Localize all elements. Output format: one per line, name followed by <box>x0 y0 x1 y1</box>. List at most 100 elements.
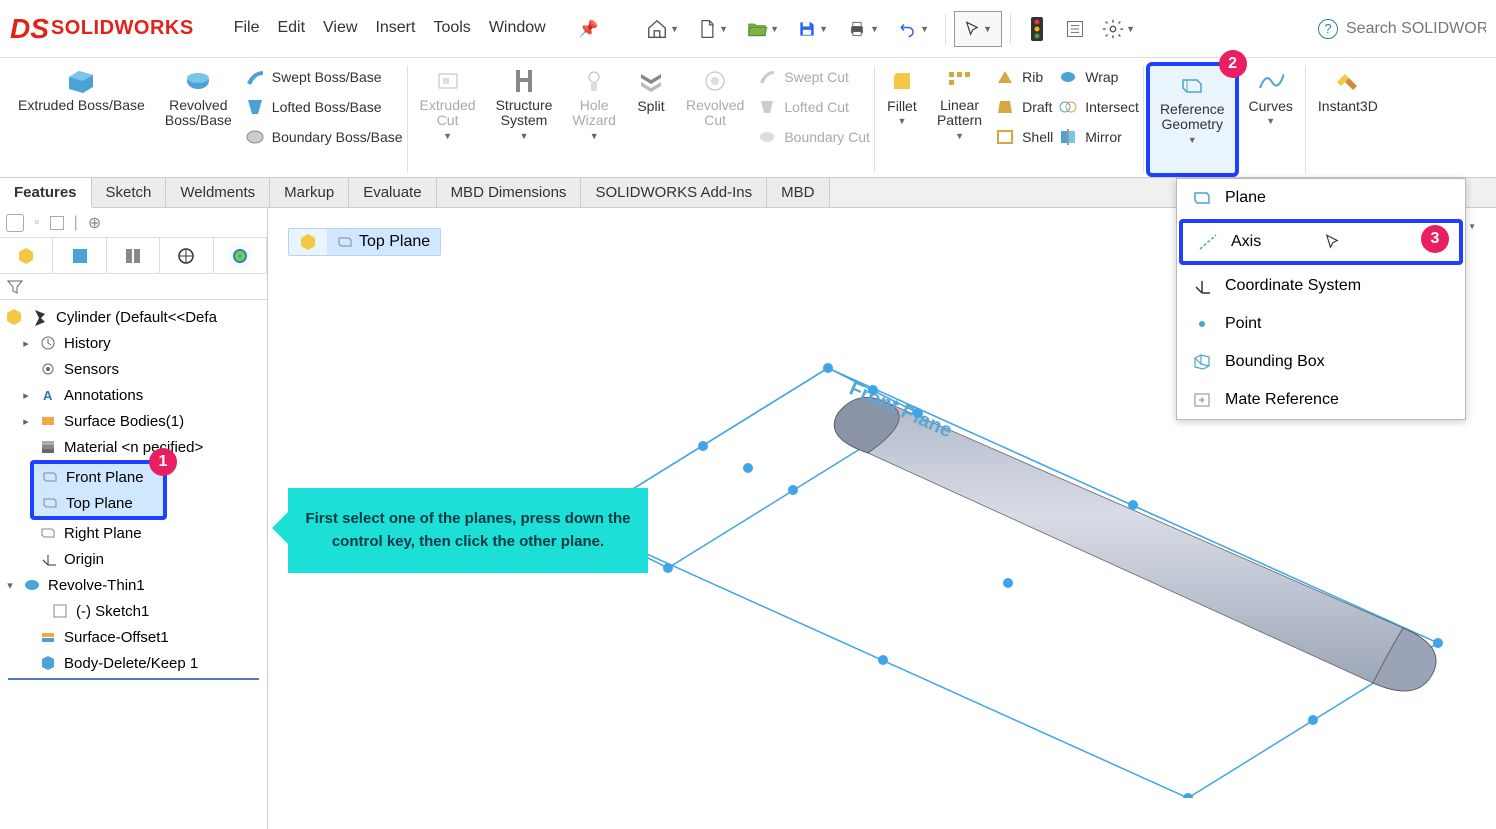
boundary-boss-button[interactable]: Boundary Boss/Base <box>242 122 405 152</box>
tab-features[interactable]: Features <box>0 178 92 208</box>
menu-file[interactable]: File <box>234 19 260 39</box>
help-icon[interactable]: ? <box>1318 19 1338 39</box>
extruded-boss-button[interactable]: Extruded Boss/Base <box>14 64 149 115</box>
shell-button[interactable]: Shell <box>992 122 1055 152</box>
side-tab-dimxpert[interactable] <box>160 238 213 273</box>
side-tab-appearance[interactable] <box>214 238 267 273</box>
tab-mbd[interactable]: MBD <box>767 178 829 207</box>
home-button[interactable]: ▼ <box>639 11 687 47</box>
selected-planes-box: 1 Front Plane Top Plane <box>30 460 167 520</box>
options-button[interactable] <box>1057 11 1093 47</box>
boundary-cut-button: Boundary Cut <box>754 122 872 152</box>
search-area: ? <box>1318 19 1486 39</box>
hole-wizard-button: Hole Wizard▼ <box>568 64 620 143</box>
cursor-icon <box>1323 231 1341 253</box>
open-button[interactable]: ▼ <box>739 11 787 47</box>
rib-button[interactable]: Rib <box>992 62 1055 92</box>
menu-insert[interactable]: Insert <box>375 19 415 39</box>
menu-bounding-box[interactable]: Bounding Box <box>1177 343 1465 381</box>
filter-icon[interactable] <box>6 279 24 295</box>
logo-text: SOLIDWORKS <box>51 17 194 40</box>
new-button[interactable]: ▼ <box>689 11 737 47</box>
curves-button[interactable]: Curves▼ <box>1245 64 1297 128</box>
breadcrumb-plane[interactable]: Top Plane <box>327 229 440 255</box>
side-tab-feature[interactable] <box>0 238 53 273</box>
badge-3: 3 <box>1421 225 1449 253</box>
draft-button[interactable]: Draft <box>992 92 1055 122</box>
instruction-callout: First select one of the planes, press do… <box>288 488 648 573</box>
revolved-boss-button[interactable]: Revolved Boss/Base <box>161 64 236 131</box>
quick-access-toolbar: ▼ ▼ ▼ ▼ ▼ ▼ ▼ ▼ <box>639 11 1143 47</box>
tree-origin[interactable]: Origin <box>0 546 267 572</box>
tab-evaluate[interactable]: Evaluate <box>349 178 436 207</box>
fillet-button[interactable]: Fillet▼ <box>883 64 921 128</box>
tree-annotations[interactable]: ▸AAnnotations <box>0 382 267 408</box>
menu-tools[interactable]: Tools <box>433 19 470 39</box>
ribbon: Extruded Boss/Base Revolved Boss/Base Sw… <box>0 58 1496 178</box>
menu-point[interactable]: Point <box>1177 305 1465 343</box>
tree-top-plane[interactable]: Top Plane <box>34 490 163 516</box>
model-view: Front Plane <box>548 358 1448 798</box>
save-button[interactable]: ▼ <box>789 11 837 47</box>
menu-plane[interactable]: Plane <box>1177 179 1465 217</box>
wrap-button[interactable]: Wrap <box>1055 62 1141 92</box>
tree-history[interactable]: ▸History <box>0 330 267 356</box>
menu-view[interactable]: View <box>323 19 357 39</box>
feature-tree-panel: ◦ | ⊕ Cylinder (Default<<Defa ▸History S… <box>0 208 268 829</box>
menu-mate-reference[interactable]: Mate Reference <box>1177 381 1465 419</box>
tree-material[interactable]: Material <n pecified> <box>0 434 267 460</box>
tree-revolve[interactable]: ▾Revolve-Thin1 <box>0 572 267 598</box>
structure-system-button[interactable]: Structure System▼ <box>492 64 557 143</box>
extruded-cut-button: Extruded Cut▼ <box>416 64 480 143</box>
side-tool-2[interactable] <box>50 216 64 230</box>
tree-front-plane[interactable]: Front Plane <box>34 464 163 490</box>
linear-pattern-button[interactable]: Linear Pattern▼ <box>933 64 986 143</box>
menu-edit[interactable]: Edit <box>277 19 305 39</box>
lofted-cut-button: Lofted Cut <box>754 92 872 122</box>
tab-markup[interactable]: Markup <box>270 178 349 207</box>
menu-axis[interactable]: Axis <box>1183 223 1459 261</box>
reference-geometry-menu: Plane 3 Axis Coordinate System Point Bou… <box>1176 178 1466 420</box>
settings-button[interactable]: ▼ <box>1095 11 1143 47</box>
tab-mbd-dimensions[interactable]: MBD Dimensions <box>437 178 582 207</box>
logo-ds-icon: DS <box>10 13 49 45</box>
reference-geometry-button[interactable]: 2 Reference Geometry▼ <box>1146 62 1239 177</box>
menu-window[interactable]: Window <box>489 19 546 39</box>
tree-body-delete[interactable]: Body-Delete/Keep 1 <box>0 650 267 676</box>
side-tab-config[interactable] <box>107 238 160 273</box>
tree-surface-offset[interactable]: Surface-Offset1 <box>0 624 267 650</box>
swept-cut-button: Swept Cut <box>754 62 872 92</box>
undo-button[interactable]: ▼ <box>889 11 937 47</box>
tree-root[interactable]: Cylinder (Default<<Defa <box>0 304 267 330</box>
menu-axis-box: 3 Axis <box>1179 219 1463 265</box>
traffic-light-icon[interactable] <box>1019 11 1055 47</box>
tree-sketch1[interactable]: (-) Sketch1 <box>0 598 267 624</box>
swept-boss-button[interactable]: Swept Boss/Base <box>242 62 405 92</box>
menu-coordinate-system[interactable]: Coordinate System <box>1177 267 1465 305</box>
tree-right-plane[interactable]: Right Plane <box>0 520 267 546</box>
tab-addins[interactable]: SOLIDWORKS Add-Ins <box>581 178 767 207</box>
pin-icon[interactable]: 📌 <box>579 19 599 39</box>
tab-weldments[interactable]: Weldments <box>166 178 270 207</box>
split-button[interactable]: Split <box>632 64 670 116</box>
svg-text:A: A <box>43 388 53 403</box>
lofted-boss-button[interactable]: Lofted Boss/Base <box>242 92 405 122</box>
breadcrumb-part[interactable] <box>289 229 327 255</box>
select-button[interactable]: ▼ <box>954 11 1002 47</box>
filter-row <box>0 274 267 300</box>
print-button[interactable]: ▼ <box>839 11 887 47</box>
tree-surface-bodies[interactable]: ▸Surface Bodies(1) <box>0 408 267 434</box>
side-tabs <box>0 238 267 274</box>
instant3d-button[interactable]: Instant3D <box>1314 64 1382 116</box>
revolved-cut-button: Revolved Cut <box>682 64 748 131</box>
side-tab-property[interactable] <box>53 238 106 273</box>
mirror-button[interactable]: Mirror <box>1055 122 1141 152</box>
menu-list: File Edit View Insert Tools Window 📌 <box>234 19 599 39</box>
side-tool-1[interactable] <box>6 214 24 232</box>
tab-sketch[interactable]: Sketch <box>92 178 167 207</box>
intersect-button[interactable]: Intersect <box>1055 92 1141 122</box>
tree-sensors[interactable]: Sensors <box>0 356 267 382</box>
side-tool-3[interactable]: ⊕ <box>88 213 101 233</box>
badge-1: 1 <box>149 448 177 476</box>
search-input[interactable] <box>1346 20 1486 38</box>
